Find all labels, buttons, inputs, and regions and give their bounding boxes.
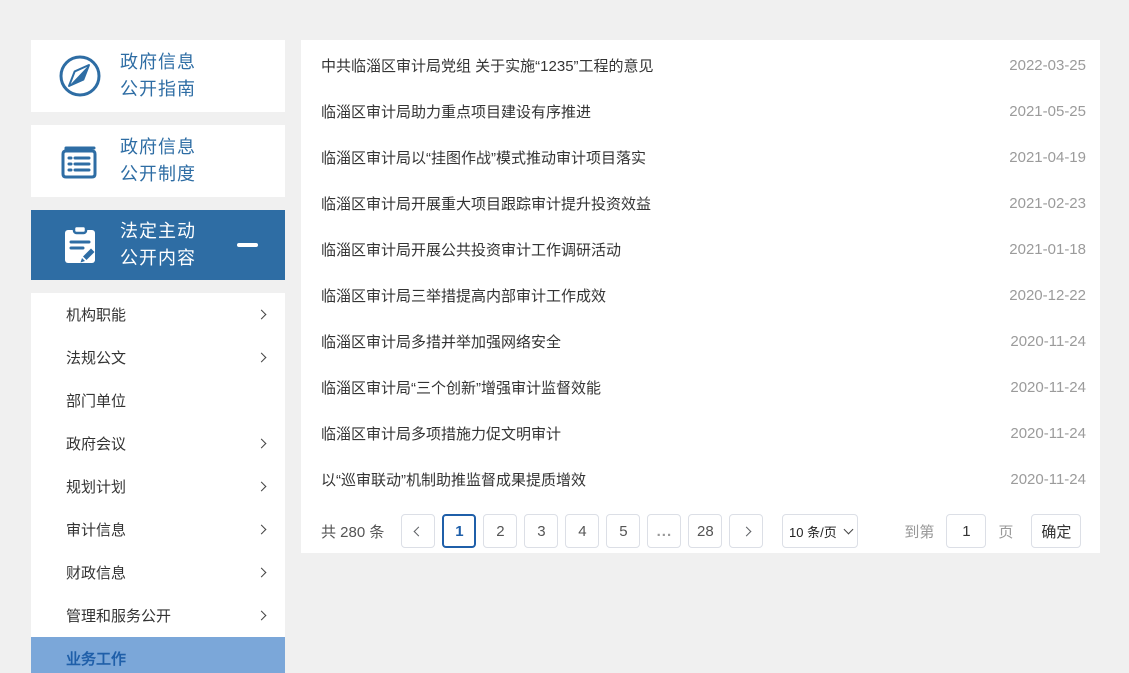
news-link[interactable]: 临淄区审计局开展公共投资审计工作调研活动 [321,239,989,260]
sidebar-menu-item-label: 部门单位 [66,390,258,411]
pagination: 共 280 条 1 2 3 4 5 ... 28 10 条/页 到第 页 确定 [321,514,1086,548]
sidebar-menu-item-label: 业务工作 [66,648,258,669]
news-link[interactable]: 临淄区审计局“三个创新”增强审计监督效能 [321,377,990,398]
page-number-button[interactable]: 4 [565,514,599,548]
sidebar-card-guide-label: 政府信息 公开指南 [120,49,196,103]
list-item: 临淄区审计局多措并举加强网络安全 2020-11-24 [321,318,1086,364]
clipboard-icon [56,221,104,269]
list-item: 中共临淄区审计局党组 关于实施“1235”工程的意见 2022-03-25 [321,42,1086,88]
news-date: 2020-11-24 [1010,471,1086,488]
chevron-right-icon [257,310,267,320]
news-date: 2021-05-25 [1009,103,1086,120]
sidebar-card-legal-disclosure-label: 法定主动 公开内容 [120,218,196,272]
list-item: 临淄区审计局开展重大项目跟踪审计提升投资效益 2021-02-23 [321,180,1086,226]
sidebar-menu-item-label: 财政信息 [66,562,258,583]
sidebar-menu-item[interactable]: 规划计划 [31,465,285,508]
chevron-right-icon [257,525,267,535]
next-page-button[interactable] [729,514,763,548]
sidebar-menu-item[interactable]: 管理和服务公开 [31,594,285,637]
sidebar-menu-item[interactable]: 财政信息 [31,551,285,594]
sidebar-card-system[interactable]: 政府信息 公开制度 [31,125,285,197]
list-item: 临淄区审计局助力重点项目建设有序推进 2021-05-25 [321,88,1086,134]
sidebar-card-system-label: 政府信息 公开制度 [120,134,196,188]
news-date: 2020-11-24 [1010,333,1086,350]
chevron-right-icon [257,439,267,449]
sidebar-menu-item-label: 管理和服务公开 [66,605,258,626]
page-number-button[interactable]: 1 [442,514,476,548]
page-buttons: 1 2 3 4 5 ... 28 [442,514,729,548]
list-item: 临淄区审计局开展公共投资审计工作调研活动 2021-01-18 [321,226,1086,272]
list-item: 临淄区审计局多项措施力促文明审计 2020-11-24 [321,410,1086,456]
list-item: 临淄区审计局三举措提高内部审计工作成效 2020-12-22 [321,272,1086,318]
total-count-label: 共 280 条 [321,521,384,542]
sidebar-menu-item-label: 法规公文 [66,347,258,368]
minus-icon[interactable] [237,243,258,247]
news-date: 2022-03-25 [1009,57,1086,74]
news-link[interactable]: 临淄区审计局多项措施力促文明审计 [321,423,990,444]
news-link[interactable]: 临淄区审计局助力重点项目建设有序推进 [321,101,989,122]
sidebar-menu-item-label: 规划计划 [66,476,258,497]
page-size-select[interactable]: 10 条/页 [782,514,858,548]
prev-page-button[interactable] [401,514,435,548]
page-number-button[interactable]: 3 [524,514,558,548]
page-number-button[interactable]: 2 [483,514,517,548]
sidebar-menu-item[interactable]: 部门单位 [31,379,285,422]
list-item: 以“巡审联动”机制助推监督成果提质增效 2020-11-24 [321,456,1086,502]
sidebar-card-guide[interactable]: 政府信息 公开指南 [31,40,285,112]
goto-prefix-label: 到第 [904,521,934,542]
news-date: 2020-11-24 [1010,425,1086,442]
chevron-right-icon [257,568,267,578]
sidebar-card-legal-disclosure[interactable]: 法定主动 公开内容 [31,210,285,280]
goto-page-group: 到第 页 确定 [904,514,1081,548]
sidebar-menu-item[interactable]: 审计信息 [31,508,285,551]
sidebar-menu-item-label: 政府会议 [66,433,258,454]
chevron-right-icon [741,526,751,536]
book-icon [56,137,104,185]
news-date: 2020-11-24 [1010,379,1086,396]
list-item: 临淄区审计局“三个创新”增强审计监督效能 2020-11-24 [321,364,1086,410]
news-date: 2021-01-18 [1009,241,1086,258]
chevron-right-icon [257,611,267,621]
goto-page-input[interactable] [946,514,986,548]
sidebar-menu-item[interactable]: 政府会议 [31,422,285,465]
news-date: 2021-04-19 [1009,149,1086,166]
chevron-down-icon [843,525,853,535]
chevron-right-icon [257,482,267,492]
news-link[interactable]: 临淄区审计局三举措提高内部审计工作成效 [321,285,989,306]
sidebar-menu-item-label: 机构职能 [66,304,258,325]
news-link[interactable]: 临淄区审计局以“挂图作战”模式推动审计项目落实 [321,147,989,168]
chevron-left-icon [413,526,423,536]
confirm-button[interactable]: 确定 [1031,514,1081,548]
page-size-value: 10 条/页 [789,522,837,541]
goto-suffix-label: 页 [998,521,1013,542]
sidebar-menu-item[interactable]: 法规公文 [31,336,285,379]
news-link[interactable]: 中共临淄区审计局党组 关于实施“1235”工程的意见 [321,55,989,76]
news-list: 中共临淄区审计局党组 关于实施“1235”工程的意见 2022-03-25 临淄… [321,42,1086,502]
news-date: 2020-12-22 [1009,287,1086,304]
page-number-button[interactable]: 5 [606,514,640,548]
news-link[interactable]: 临淄区审计局多措并举加强网络安全 [321,331,990,352]
news-date: 2021-02-23 [1009,195,1086,212]
sidebar-menu-item[interactable]: 机构职能 [31,293,285,336]
news-link[interactable]: 临淄区审计局开展重大项目跟踪审计提升投资效益 [321,193,989,214]
sidebar-menu-item-label: 审计信息 [66,519,258,540]
sidebar: 政府信息 公开指南 政府信息 公开制度 [31,40,285,673]
page-number-button[interactable]: 28 [688,514,722,548]
list-item: 临淄区审计局以“挂图作战”模式推动审计项目落实 2021-04-19 [321,134,1086,180]
sidebar-menu-item[interactable]: 业务工作 [31,637,285,673]
page-number-button[interactable]: ... [647,514,681,548]
news-link[interactable]: 以“巡审联动”机制助推监督成果提质增效 [321,469,990,490]
compass-icon [56,52,104,100]
sidebar-menu: 机构职能 法规公文 部门单位 政府会议 规划计划 审计信息 财政信息 管理和服务… [31,293,285,673]
news-panel: 中共临淄区审计局党组 关于实施“1235”工程的意见 2022-03-25 临淄… [301,40,1100,553]
chevron-right-icon [257,353,267,363]
